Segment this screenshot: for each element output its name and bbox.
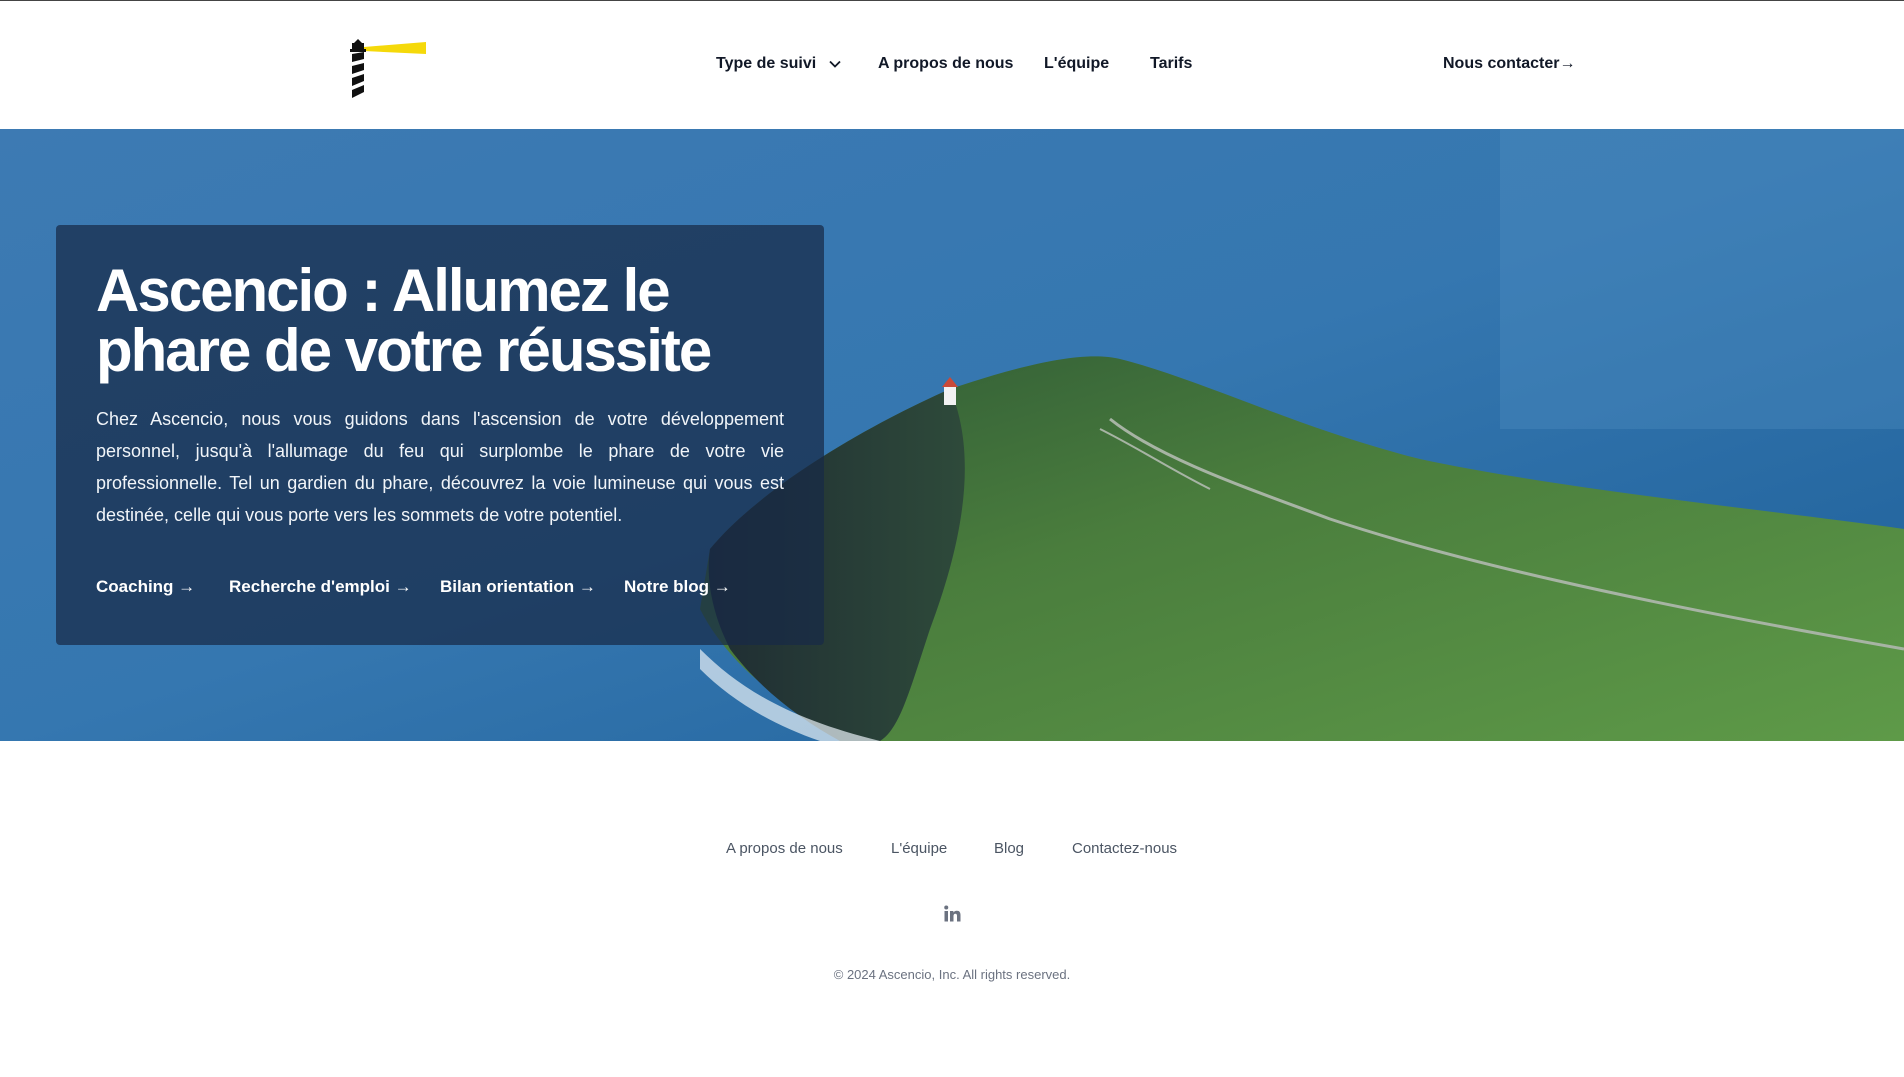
hero-title: Ascencio : Allumez le phare de votre réu… bbox=[96, 261, 796, 381]
footer-link-blog[interactable]: Blog bbox=[994, 840, 1024, 857]
main-nav: Type de suivi A propos de nous L'équipe … bbox=[0, 55, 1904, 79]
hero-section: Ascencio : Allumez le phare de votre réu… bbox=[0, 129, 1904, 741]
hero-title-line1: Ascencio : Allumez le bbox=[96, 257, 671, 324]
chevron-down-icon bbox=[829, 60, 841, 68]
nav-type-de-suivi-label: Type de suivi bbox=[716, 55, 817, 72]
footer-link-contact[interactable]: Contactez-nous bbox=[1072, 840, 1177, 857]
footer-link-a-propos[interactable]: A propos de nous bbox=[726, 840, 843, 857]
nav-equipe[interactable]: L'équipe bbox=[1044, 55, 1109, 73]
nav-type-de-suivi[interactable]: Type de suivi bbox=[716, 55, 841, 73]
hero-title-line2: phare de votre réussite bbox=[96, 317, 712, 384]
coaching-link[interactable]: Coaching → bbox=[96, 577, 195, 597]
contact-label: Nous contacter bbox=[1443, 55, 1560, 72]
linkedin-icon[interactable] bbox=[944, 905, 961, 922]
contact-button[interactable]: Nous contacter→ bbox=[1443, 55, 1575, 73]
footer-nav: A propos de nous L'équipe Blog Contactez… bbox=[0, 840, 1904, 864]
bilan-orientation-link[interactable]: Bilan orientation → bbox=[440, 577, 596, 597]
hero-card: Ascencio : Allumez le phare de votre réu… bbox=[56, 225, 824, 645]
copyright-text: © 2024 Ascencio, Inc. All rights reserve… bbox=[833, 967, 1071, 982]
hero-description: Chez Ascencio, nous vous guidons dans l'… bbox=[96, 409, 784, 525]
nav-tarifs[interactable]: Tarifs bbox=[1150, 55, 1192, 73]
site-header: Type de suivi A propos de nous L'équipe … bbox=[0, 1, 1904, 129]
notre-blog-link[interactable]: Notre blog → bbox=[624, 577, 731, 597]
footer-link-equipe[interactable]: L'équipe bbox=[891, 840, 947, 857]
recherche-emploi-link[interactable]: Recherche d'emploi → bbox=[229, 577, 412, 597]
arrow-right-icon: → bbox=[1559, 55, 1576, 72]
nav-a-propos[interactable]: A propos de nous bbox=[878, 55, 1013, 73]
